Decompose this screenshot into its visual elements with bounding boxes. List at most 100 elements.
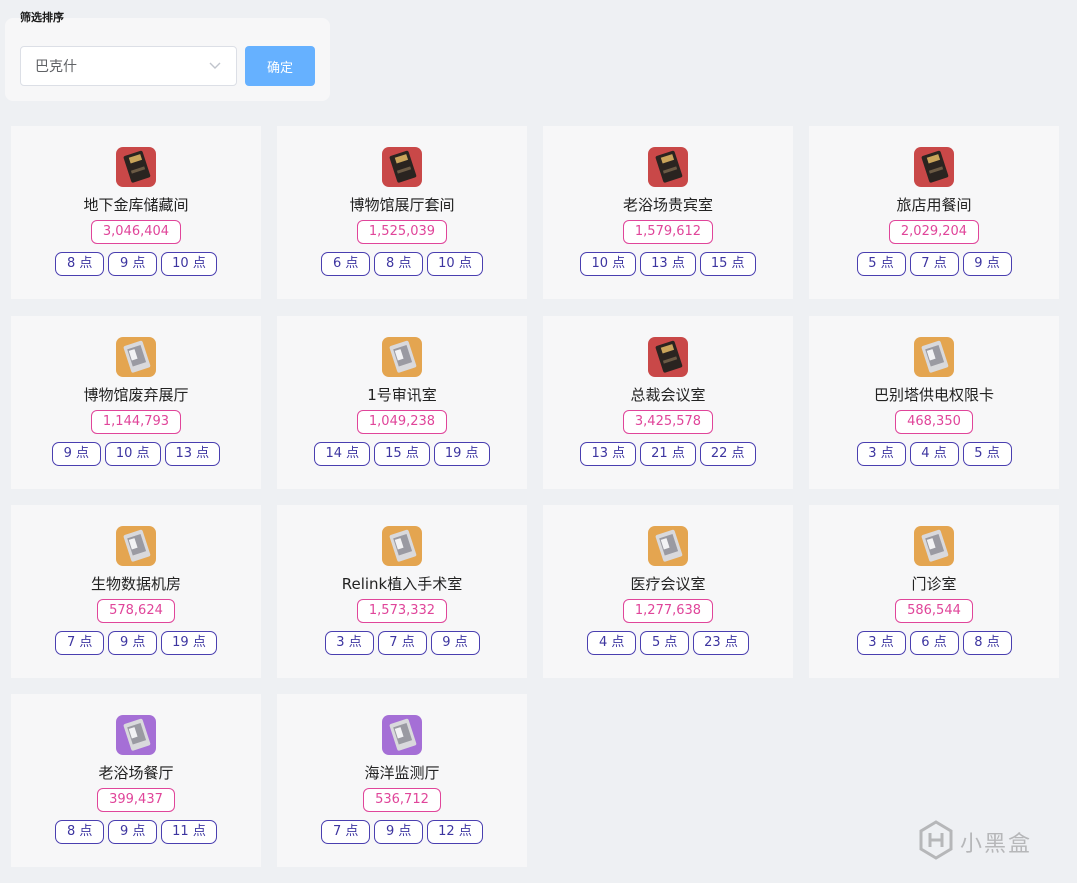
red-keycard-icon: [116, 147, 156, 187]
spawn-point-tag[interactable]: 5 点: [640, 631, 690, 655]
spawn-point-tag[interactable]: 23 点: [693, 631, 749, 655]
room-card[interactable]: 老浴场餐厅 399,437 8 点9 点 11 点: [11, 694, 261, 867]
room-name: 巴别塔供电权限卡: [873, 386, 994, 404]
room-name: 老浴场贵宾室: [622, 196, 713, 214]
spawn-point-tags: 7 点9 点 12 点: [321, 820, 483, 844]
room-value-badge: 399,437: [97, 788, 175, 812]
spawn-point-tag[interactable]: 9 点: [430, 631, 480, 655]
room-card[interactable]: 1号审讯室 1,049,238 14 点 15 点 19 点: [277, 316, 527, 489]
spawn-point-tag[interactable]: 8 点: [374, 252, 424, 276]
room-name: 博物馆展厅套间: [349, 196, 455, 214]
room-name: 博物馆废弃展厅: [83, 386, 189, 404]
spawn-point-tag[interactable]: 7 点: [321, 820, 371, 844]
gold-keycard-icon: [382, 337, 422, 377]
spawn-point-tag[interactable]: 9 点: [108, 631, 158, 655]
spawn-point-tag[interactable]: 13 点: [164, 442, 221, 466]
spawn-point-tag[interactable]: 9 点: [51, 442, 101, 466]
spawn-point-tag[interactable]: 4 点: [587, 631, 637, 655]
spawn-point-tag[interactable]: 9 点: [108, 820, 158, 844]
spawn-point-tag[interactable]: 7 点: [377, 631, 427, 655]
spawn-point-tag[interactable]: 3 点: [856, 631, 906, 655]
spawn-point-tag[interactable]: 3 点: [324, 631, 374, 655]
spawn-point-tag[interactable]: 9 点: [962, 252, 1012, 276]
room-card[interactable]: 门诊室 586,544 3 点6 点8 点: [809, 505, 1059, 678]
room-name: 老浴场餐厅: [98, 764, 174, 782]
room-value-badge: 1,573,332: [356, 599, 448, 623]
room-value-badge: 1,525,039: [356, 220, 448, 244]
purple-keycard-icon: [116, 715, 156, 755]
spawn-point-tag[interactable]: 19 点: [161, 631, 217, 655]
room-card[interactable]: 博物馆废弃展厅 1,144,793 9 点 10 点 13 点: [11, 316, 261, 489]
spawn-point-tag[interactable]: 22 点: [699, 442, 756, 466]
spawn-point-tag[interactable]: 7 点: [909, 252, 959, 276]
spawn-point-tags: 10 点 13 点 15 点: [580, 252, 756, 276]
spawn-point-tag[interactable]: 13 点: [580, 442, 637, 466]
spawn-point-tag[interactable]: 9 点: [374, 820, 424, 844]
spawn-point-tags: 3 点7 点9 点: [324, 631, 480, 655]
red-keycard-icon: [914, 147, 954, 187]
spawn-point-tags: 3 点4 点5 点: [856, 442, 1012, 466]
gold-keycard-icon: [382, 526, 422, 566]
room-value-badge: 1,049,238: [356, 410, 448, 434]
room-card[interactable]: 海洋监测厅 536,712 7 点9 点 12 点: [277, 694, 527, 867]
spawn-point-tag[interactable]: 8 点: [55, 252, 105, 276]
gold-keycard-icon: [116, 526, 156, 566]
room-card-grid: 地下金库储藏间 3,046,404 8 点9 点 10 点 博物馆展厅套间 1,525,0…: [0, 0, 1077, 883]
room-card[interactable]: 巴别塔供电权限卡 468,350 3 点4 点5 点: [809, 316, 1059, 489]
spawn-point-tag[interactable]: 12 点: [427, 820, 483, 844]
spawn-point-tag[interactable]: 8 点: [962, 631, 1012, 655]
purple-keycard-icon: [382, 715, 422, 755]
page: 筛选排序 巴克什 确定 地下金库储藏间 3,046,404 8 点9 点 10 点博物…: [0, 0, 1077, 883]
spawn-point-tag[interactable]: 6 点: [909, 631, 959, 655]
spawn-point-tag[interactable]: 10 点: [427, 252, 483, 276]
spawn-point-tags: 5 点7 点9 点: [856, 252, 1012, 276]
spawn-point-tag[interactable]: 11 点: [161, 820, 217, 844]
spawn-point-tag[interactable]: 9 点: [108, 252, 158, 276]
spawn-point-tag[interactable]: 5 点: [856, 252, 906, 276]
spawn-point-tags: 13 点 21 点 22 点: [580, 442, 756, 466]
spawn-point-tag[interactable]: 3 点: [856, 442, 906, 466]
spawn-point-tag[interactable]: 10 点: [161, 252, 217, 276]
spawn-point-tag[interactable]: 10 点: [104, 442, 161, 466]
room-card[interactable]: 博物馆展厅套间 1,525,039 6 点8 点 10 点: [277, 126, 527, 299]
spawn-point-tag[interactable]: 19 点: [433, 442, 490, 466]
spawn-point-tag[interactable]: 5 点: [962, 442, 1012, 466]
spawn-point-tags: 7 点9 点 19 点: [55, 631, 217, 655]
spawn-point-tag[interactable]: 10 点: [580, 252, 637, 276]
room-name: 总裁会议室: [630, 386, 706, 404]
spawn-point-tag[interactable]: 21 点: [640, 442, 696, 466]
room-value-badge: 1,277,638: [622, 599, 714, 623]
room-value-badge: 586,544: [895, 599, 973, 623]
gold-keycard-icon: [914, 337, 954, 377]
spawn-point-tag[interactable]: 4 点: [909, 442, 959, 466]
room-name: Relink植入手术室: [341, 575, 463, 593]
room-card[interactable]: 生物数据机房 578,624 7 点9 点 19 点: [11, 505, 261, 678]
spawn-point-tag[interactable]: 6 点: [321, 252, 371, 276]
room-card[interactable]: 总裁会议室 3,425,578 13 点 21 点 22 点: [543, 316, 793, 489]
spawn-point-tags: 6 点8 点 10 点: [321, 252, 483, 276]
watermark-text: 小黑盒: [960, 832, 1033, 857]
spawn-point-tags: 3 点6 点8 点: [856, 631, 1012, 655]
room-value-badge: 578,624: [97, 599, 175, 623]
room-card[interactable]: Relink植入手术室 1,573,332 3 点7 点9 点: [277, 505, 527, 678]
spawn-point-tag[interactable]: 15 点: [374, 442, 430, 466]
spawn-point-tags: 9 点 10 点 13 点: [51, 442, 221, 466]
room-card[interactable]: 旅店用餐间 2,029,204 5 点7 点9 点: [809, 126, 1059, 299]
spawn-point-tag[interactable]: 8 点: [55, 820, 105, 844]
room-value-badge: 1,144,793: [90, 410, 182, 434]
spawn-point-tag[interactable]: 15 点: [699, 252, 756, 276]
spawn-point-tag[interactable]: 14 点: [314, 442, 371, 466]
spawn-point-tags: 8 点9 点 10 点: [55, 252, 217, 276]
red-keycard-icon: [648, 337, 688, 377]
room-name: 医疗会议室: [630, 575, 706, 593]
spawn-point-tags: 14 点 15 点 19 点: [314, 442, 490, 466]
room-card[interactable]: 老浴场贵宾室 1,579,612 10 点 13 点 15 点: [543, 126, 793, 299]
spawn-point-tag[interactable]: 13 点: [640, 252, 696, 276]
room-card[interactable]: 医疗会议室 1,277,638 4 点5 点 23 点: [543, 505, 793, 678]
room-value-badge: 1,579,612: [622, 220, 714, 244]
room-value-badge: 3,425,578: [622, 410, 714, 434]
red-keycard-icon: [382, 147, 422, 187]
spawn-point-tag[interactable]: 7 点: [55, 631, 105, 655]
room-value-badge: 2,029,204: [888, 220, 980, 244]
room-card[interactable]: 地下金库储藏间 3,046,404 8 点9 点 10 点: [11, 126, 261, 299]
